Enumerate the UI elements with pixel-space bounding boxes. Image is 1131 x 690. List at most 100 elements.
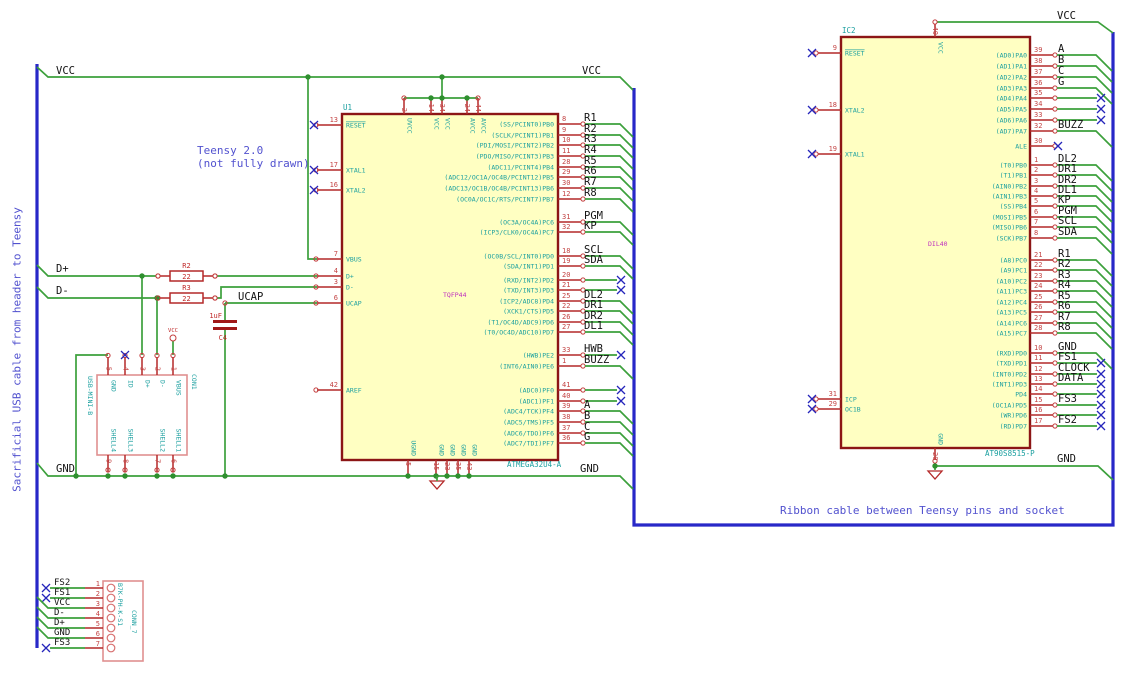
resistor-ref[interactable]: R3 — [182, 284, 190, 292]
junction-dot — [439, 74, 445, 80]
c4-plate-top[interactable] — [213, 320, 237, 323]
pin-end-circle — [1052, 172, 1058, 178]
net-label[interactable]: VCC — [582, 65, 601, 77]
net-label[interactable]: D+ — [54, 618, 65, 628]
pin-name: (T0/OC4D/ADC10)PD7 — [484, 329, 555, 337]
net-label[interactable]: D- — [56, 285, 69, 297]
pin-name: (A13)PC5 — [996, 309, 1027, 317]
pin-end-circle — [1052, 74, 1058, 80]
note-teensy-line2: (not fully drawn) — [197, 157, 310, 170]
wire-net[interactable] — [1057, 76, 1113, 94]
net-label[interactable]: GND — [580, 463, 599, 475]
wire-dminus[interactable] — [36, 286, 156, 299]
pin-number: 10 — [1034, 344, 1042, 352]
net-label[interactable]: UCAP — [238, 291, 263, 303]
pin-name: (MOSI)PB5 — [992, 214, 1027, 222]
pin-end-circle — [1052, 412, 1058, 418]
pin-number: 37 — [562, 424, 570, 432]
pin-number: 16 — [330, 181, 338, 189]
net-label[interactable]: VCC — [54, 598, 70, 608]
junction-dot — [932, 463, 938, 469]
pin-number: 14 — [1034, 385, 1042, 393]
net-label[interactable]: R8 — [584, 187, 597, 199]
pin-number: 35 — [1034, 89, 1042, 97]
net-label[interactable]: GND — [56, 463, 75, 475]
net-label[interactable]: FS2 — [54, 578, 70, 588]
net-label[interactable]: KP — [584, 220, 597, 232]
net-label[interactable]: BUZZ — [584, 354, 609, 366]
pin-name: VBUS — [346, 256, 362, 264]
wire-net[interactable] — [585, 365, 634, 380]
pin-name: (A12)PC4 — [996, 299, 1027, 307]
net-label[interactable]: FS1 — [54, 588, 70, 598]
pin-name: (T0)PB0 — [1000, 162, 1027, 170]
pin-end-circle — [932, 19, 938, 25]
wire-net[interactable] — [1057, 130, 1113, 148]
pin-name: (AIN1)PB3 — [992, 193, 1027, 201]
wire-ic2-gnd[interactable] — [935, 465, 1114, 481]
net-label[interactable]: GND — [1057, 453, 1076, 465]
net-label[interactable]: D+ — [56, 263, 69, 275]
junction-dot — [222, 473, 228, 479]
pin-number: 16 — [1034, 406, 1042, 414]
net-label[interactable]: FS3 — [54, 638, 70, 648]
pin-name: D- — [346, 284, 354, 292]
pin-number: 3 — [1034, 177, 1038, 185]
net-label[interactable]: GND — [54, 628, 70, 638]
net-label[interactable]: G — [584, 431, 590, 443]
net-label[interactable]: R8 — [1058, 321, 1071, 333]
pin-end-circle — [813, 107, 819, 113]
pin-number: 4 — [1034, 187, 1038, 195]
pin-number: 24 — [1034, 282, 1042, 290]
net-label[interactable]: SDA — [1058, 226, 1078, 238]
pin-number: 28 — [1034, 324, 1042, 332]
pin-number: 8 — [1034, 229, 1038, 237]
u1-ref[interactable]: U1 — [343, 103, 352, 112]
wire-dplus[interactable] — [36, 264, 156, 277]
pin-number: 2 — [1034, 166, 1038, 174]
pin-number: 21 — [562, 281, 570, 289]
pin-end-circle — [155, 273, 161, 279]
pin-name: AVCC — [480, 118, 488, 134]
net-label[interactable]: DL1 — [584, 320, 603, 332]
wire-net[interactable] — [585, 432, 634, 447]
net-label[interactable]: BUZZ — [1058, 119, 1083, 131]
capacitor-ref[interactable]: C4 — [219, 334, 227, 342]
c4-plate-bottom[interactable] — [213, 327, 237, 330]
pin-number: 36 — [1034, 79, 1042, 87]
junction-dot — [444, 473, 450, 479]
schematic-canvas: U1 ATMEGA32U4-A TQFP44 13 RESET 17 XTAL1 16 XTAL… — [0, 0, 1131, 690]
pin-end-circle — [580, 387, 586, 393]
pin-number: 35 — [454, 462, 462, 470]
wire-net[interactable] — [1057, 65, 1113, 83]
pin-number: 26 — [562, 313, 570, 321]
resistor-ref[interactable]: R2 — [182, 262, 190, 270]
wire-vcc-rail[interactable] — [36, 66, 634, 91]
pin-name: (AD0)PA0 — [996, 52, 1027, 60]
pin-name: (INT0)PD2 — [992, 371, 1027, 379]
wire-dminus-2[interactable] — [217, 286, 317, 299]
pin-name: ALE — [1015, 143, 1027, 151]
wire-ic2-vcc[interactable] — [937, 21, 1114, 34]
net-label[interactable]: FS2 — [1058, 414, 1077, 426]
pin-number: 32 — [562, 223, 570, 231]
net-label[interactable]: DATA — [1058, 372, 1084, 384]
net-label[interactable]: FS3 — [1058, 393, 1077, 405]
pin-end-circle — [1052, 85, 1058, 91]
net-label[interactable]: SDA — [584, 254, 604, 266]
wire-net[interactable] — [585, 265, 634, 280]
pin-name: VCC — [433, 118, 441, 130]
net-label[interactable]: VCC — [1057, 10, 1076, 22]
pin-name: (T1/OC4D/ADC9)PD6 — [487, 319, 554, 327]
pin-number: 8 — [562, 115, 566, 123]
pin-number: 40 — [562, 392, 570, 400]
net-label[interactable]: D- — [54, 608, 65, 618]
pin-end-circle — [1052, 381, 1058, 387]
wire-net[interactable] — [1057, 54, 1113, 72]
ic2-ref[interactable]: IC2 — [842, 26, 856, 35]
pin-name: D+ — [144, 380, 152, 388]
ground-symbol-icon — [926, 470, 944, 480]
wire-net[interactable] — [585, 442, 634, 457]
net-label[interactable]: VCC — [56, 65, 75, 77]
net-label[interactable]: G — [1058, 76, 1064, 88]
